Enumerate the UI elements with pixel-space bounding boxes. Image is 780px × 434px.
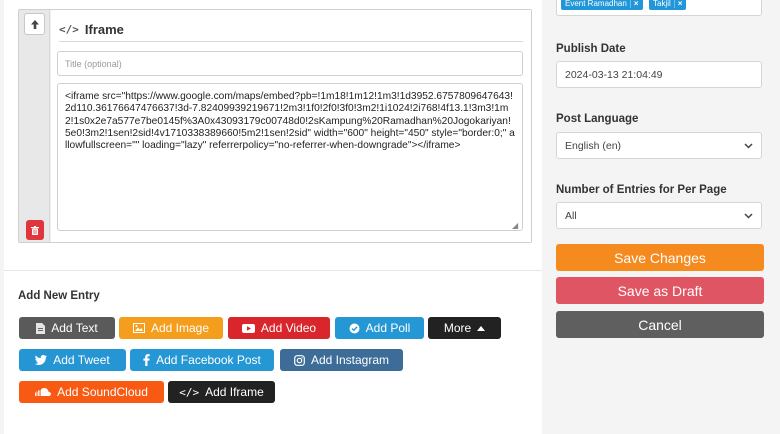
resize-handle-icon[interactable]: ◢ <box>512 221 518 230</box>
add-facebook-post-button[interactable]: Add Facebook Post <box>130 349 274 371</box>
entries-per-page-label: Number of Entries for Per Page <box>556 184 727 196</box>
add-text-button[interactable]: Add Text <box>19 317 115 339</box>
save-changes-button[interactable]: Save Changes <box>556 244 764 271</box>
trash-icon <box>31 225 39 235</box>
block-body: </> Iframe ◢ <box>51 10 531 242</box>
add-video-label: Add Video <box>260 321 317 335</box>
add-instagram-button[interactable]: Add Instagram <box>280 349 403 371</box>
add-tweet-button[interactable]: Add Tweet <box>19 349 126 371</box>
tag-label: Event Ramadhan <box>565 0 627 8</box>
delete-block-button[interactable] <box>26 220 44 240</box>
add-image-button[interactable]: Add Image <box>119 317 223 339</box>
add-image-label: Add Image <box>150 321 210 335</box>
publish-date-value: 2024-03-13 21:04:49 <box>565 68 663 81</box>
more-button[interactable]: More <box>428 317 501 339</box>
block-title-text: Iframe <box>84 22 124 37</box>
add-poll-label: Add Poll <box>365 321 411 335</box>
post-language-select[interactable]: English (en) <box>556 132 762 159</box>
entries-per-page-value: All <box>565 209 577 222</box>
entry-title-input[interactable] <box>57 51 523 76</box>
add-tweet-label: Add Tweet <box>53 353 110 367</box>
editor-panel: </> Iframe ◢ Add New Entry Add Text Add … <box>4 0 542 434</box>
check-circle-icon <box>349 323 360 334</box>
facebook-icon <box>143 354 150 366</box>
cancel-button[interactable]: Cancel <box>556 311 764 338</box>
youtube-icon <box>241 323 255 333</box>
publish-date-input[interactable]: 2024-03-13 21:04:49 <box>556 61 762 88</box>
add-iframe-button[interactable]: </> Add Iframe <box>168 381 275 403</box>
arrow-up-icon <box>30 19 39 29</box>
tag-remove-icon[interactable]: × <box>673 0 682 8</box>
image-icon <box>132 323 145 333</box>
tag-label: Takjil <box>653 0 671 8</box>
sidebar: Event Ramadhan × Takjil × Publish Date 2… <box>544 0 780 434</box>
add-instagram-label: Add Instagram <box>310 353 390 367</box>
add-soundcloud-button[interactable]: Add SoundCloud <box>19 381 164 403</box>
post-language-value: English (en) <box>565 139 622 152</box>
block-gutter <box>19 10 50 242</box>
move-up-button[interactable] <box>24 13 45 35</box>
add-poll-button[interactable]: Add Poll <box>335 317 424 339</box>
tags-field[interactable]: Event Ramadhan × Takjil × <box>556 0 762 16</box>
file-icon <box>36 322 46 334</box>
add-soundcloud-label: Add SoundCloud <box>57 385 148 399</box>
block-title: </> Iframe <box>59 18 523 42</box>
instagram-icon <box>294 354 305 366</box>
divider <box>4 270 542 271</box>
entries-per-page-select[interactable]: All <box>556 202 762 229</box>
twitter-icon <box>35 355 48 365</box>
add-facebook-post-label: Add Facebook Post <box>156 353 261 367</box>
iframe-code-textarea[interactable] <box>57 83 523 231</box>
chevron-down-icon <box>744 211 753 221</box>
add-new-entry-heading: Add New Entry <box>18 290 100 302</box>
tag-event-ramadhan: Event Ramadhan × <box>561 0 643 10</box>
more-label: More <box>443 321 472 335</box>
code-icon: </> <box>179 385 200 399</box>
publish-date-label: Publish Date <box>556 43 626 55</box>
add-video-button[interactable]: Add Video <box>228 317 330 339</box>
add-text-label: Add Text <box>51 321 98 335</box>
post-language-label: Post Language <box>556 113 639 125</box>
tag-takjil: Takjil × <box>649 0 687 10</box>
caret-up-icon <box>477 325 486 331</box>
code-icon: </> <box>59 23 79 36</box>
iframe-entry-block: </> Iframe ◢ <box>18 9 532 243</box>
save-as-draft-button[interactable]: Save as Draft <box>556 277 764 304</box>
soundcloud-icon <box>35 388 52 396</box>
add-iframe-label: Add Iframe <box>205 385 264 399</box>
chevron-down-icon <box>744 141 753 151</box>
tag-remove-icon[interactable]: × <box>629 0 639 8</box>
